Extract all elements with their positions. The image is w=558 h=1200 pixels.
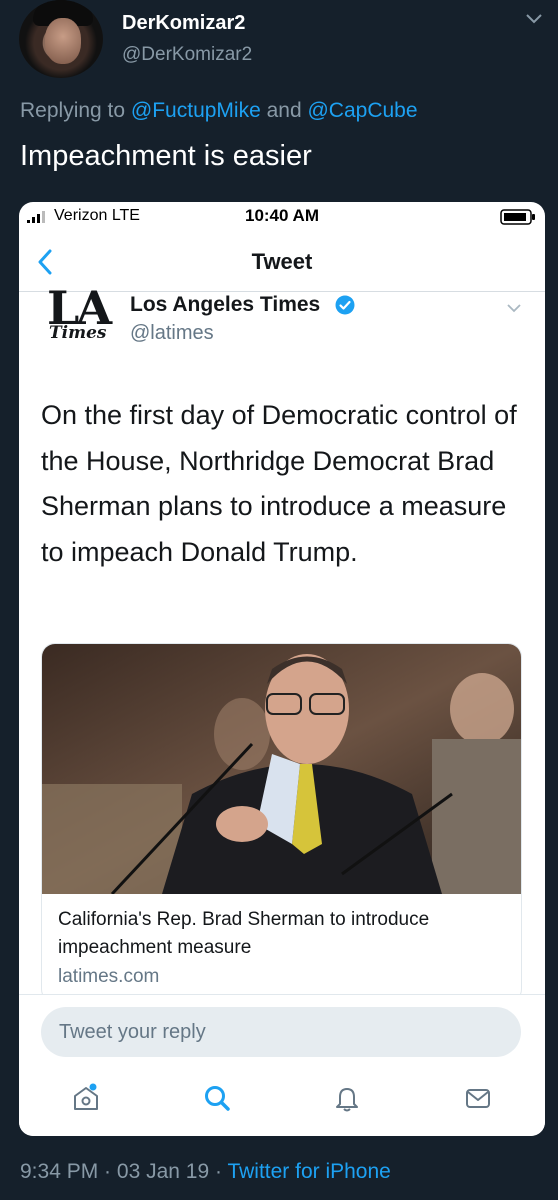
author-handle[interactable]: @DerKomizar2	[122, 44, 252, 66]
reply-input[interactable]	[41, 1007, 521, 1057]
messages-icon[interactable]	[463, 1083, 493, 1113]
tweet-source-link[interactable]: Twitter for iPhone	[227, 1160, 390, 1183]
replying-joiner: and	[260, 99, 308, 122]
author-display-name[interactable]: DerKomizar2	[122, 12, 245, 35]
tweet-meta: 9:34 PM · 03 Jan 19 · Twitter for iPhone	[20, 1160, 391, 1184]
tweet-date: 03 Jan 19	[116, 1160, 210, 1183]
reply-bar	[19, 994, 545, 1136]
reply-user-link[interactable]: @FuctupMike	[131, 99, 261, 122]
search-icon[interactable]	[202, 1083, 232, 1113]
article-photo	[42, 644, 521, 894]
link-card[interactable]: California's Rep. Brad Sherman to introd…	[41, 643, 522, 1003]
status-time: 10:40 AM	[244, 206, 319, 225]
link-card-title: California's Rep. Brad Sherman to introd…	[58, 909, 430, 958]
notifications-icon[interactable]	[332, 1083, 362, 1113]
reply-user-link[interactable]: @CapCube	[307, 99, 417, 122]
battery-icon	[500, 209, 535, 225]
avatar[interactable]	[19, 0, 103, 78]
tweet-time: 9:34 PM	[20, 1160, 99, 1183]
chevron-down-icon[interactable]	[524, 8, 544, 28]
avatar-face	[45, 18, 81, 64]
replying-to: Replying to @FuctupMike and @CapCube	[20, 99, 418, 123]
replying-prefix: Replying to	[20, 99, 131, 122]
tweet-header: DerKomizar2 @DerKomizar2	[0, 0, 558, 90]
latimes-logo[interactable]: LA Times	[45, 281, 117, 351]
meta-separator: ·	[209, 1160, 228, 1183]
quoted-tweet: LA Times Los Angeles Times @latimes On t…	[19, 281, 545, 1003]
quoted-handle[interactable]: @latimes	[130, 322, 214, 345]
attached-screenshot[interactable]: Verizon LTE 10:40 AM Tweet LA Times Los …	[19, 202, 545, 1136]
logo-times: Times	[49, 323, 107, 343]
nav-title: Tweet	[251, 249, 313, 274]
meta-separator: ·	[98, 1160, 117, 1183]
quoted-tweet-text: On the first day of Democratic control o…	[41, 400, 517, 567]
quoted-display-name[interactable]: Los Angeles Times	[130, 293, 320, 317]
tweet-text: Impeachment is easier	[20, 140, 312, 172]
chevron-down-icon[interactable]	[505, 301, 523, 315]
home-icon[interactable]	[71, 1083, 101, 1113]
link-card-domain: latimes.com	[58, 966, 160, 987]
status-bar: Verizon LTE 10:40 AM	[19, 202, 545, 232]
verified-badge-icon	[335, 295, 355, 315]
